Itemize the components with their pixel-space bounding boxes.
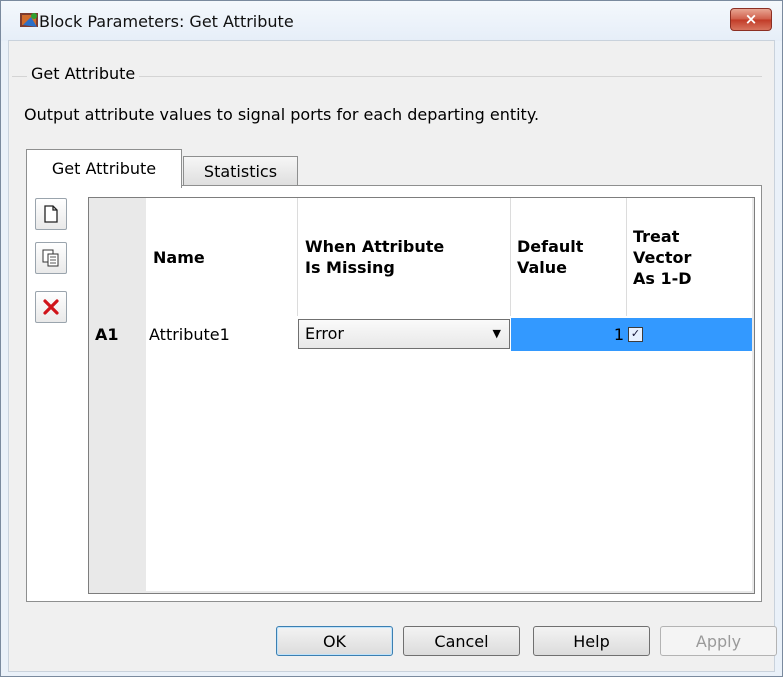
block-description: Output attribute values to signal ports …: [24, 105, 540, 124]
add-row-button[interactable]: [35, 198, 67, 230]
check-icon: ✓: [630, 327, 641, 340]
cell-attribute-name[interactable]: Attribute1: [146, 318, 298, 351]
when-missing-value: Error: [305, 324, 344, 343]
apply-button[interactable]: Apply: [660, 626, 777, 656]
column-header-line: Value: [517, 258, 568, 277]
chevron-down-icon: ▼: [492, 327, 501, 340]
column-header-line: Is Missing: [305, 258, 395, 277]
column-header-line: Vector: [633, 247, 692, 267]
cell-default-value[interactable]: 1: [511, 318, 626, 351]
new-document-icon: [44, 205, 58, 223]
column-header-treat-vector-label: Treat Vector As 1-D: [633, 226, 692, 289]
column-header-line: Treat: [633, 226, 680, 246]
simulink-block-icon: [20, 13, 38, 27]
column-header-default-value: Default Value: [511, 198, 627, 316]
copy-row-button[interactable]: [35, 242, 67, 274]
tab-get-attribute[interactable]: Get Attribute: [26, 149, 182, 188]
column-header-treat-vector: Treat Vector As 1-D: [627, 198, 752, 316]
column-header-line: As 1-D: [633, 268, 692, 288]
help-button[interactable]: Help: [533, 626, 650, 656]
column-header-name-label: Name: [153, 247, 205, 267]
column-header-line: Default: [517, 237, 584, 256]
column-header-name: Name: [146, 198, 298, 316]
treat-vector-checkbox[interactable]: ✓: [628, 327, 643, 342]
copy-icon: [42, 249, 59, 267]
delete-row-button[interactable]: [35, 291, 67, 323]
title-bar: Block Parameters: Get Attribute ×: [1, 1, 782, 41]
row-header-a1[interactable]: A1: [89, 318, 145, 351]
cancel-button[interactable]: Cancel: [403, 626, 520, 656]
column-header-default-value-label: Default Value: [517, 236, 583, 278]
ok-button[interactable]: OK: [276, 626, 393, 656]
close-icon: ×: [744, 10, 758, 28]
column-header-when-missing-label: When Attribute Is Missing: [305, 236, 444, 278]
when-missing-dropdown[interactable]: Error ▼: [298, 319, 510, 349]
group-title: Get Attribute: [27, 64, 140, 83]
delete-icon: [43, 299, 59, 315]
window-title: Block Parameters: Get Attribute: [39, 12, 294, 31]
column-header-when-missing: When Attribute Is Missing: [298, 198, 511, 316]
column-header-line: When Attribute: [305, 237, 445, 256]
tab-statistics[interactable]: Statistics: [183, 156, 298, 186]
close-button[interactable]: ×: [730, 8, 772, 31]
